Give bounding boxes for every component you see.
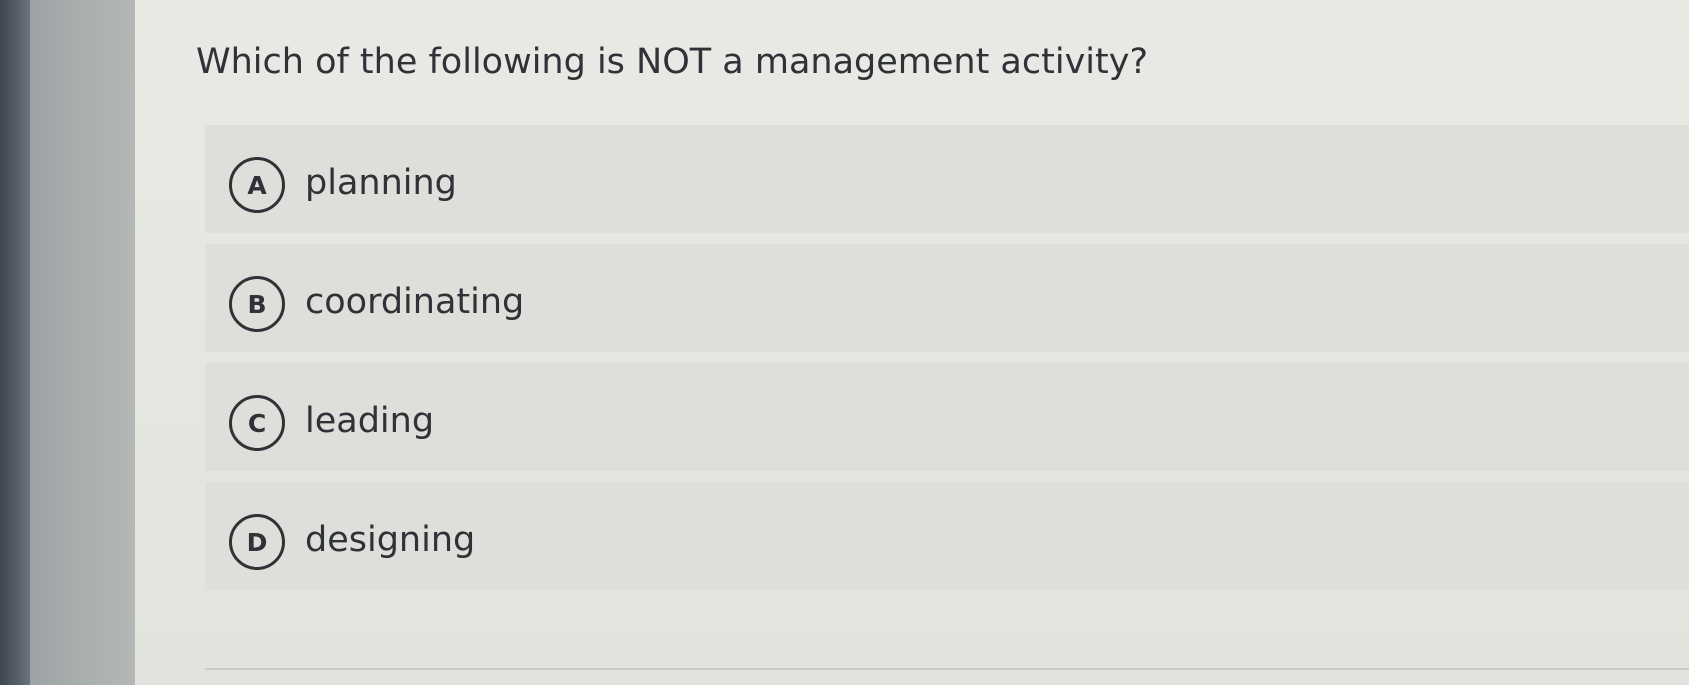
option-b-text: coordinating bbox=[305, 282, 525, 322]
question-text: Which of the following is NOT a manageme… bbox=[196, 42, 1149, 82]
option-b[interactable]: B coordinating bbox=[205, 244, 1689, 352]
option-d[interactable]: D designing bbox=[205, 482, 1689, 590]
answer-options: A planning B coordinating C leading D de… bbox=[205, 125, 1689, 601]
option-d-letter-badge[interactable]: D bbox=[229, 514, 285, 570]
divider bbox=[205, 668, 1689, 670]
quiz-panel: Which of the following is NOT a manageme… bbox=[135, 0, 1689, 685]
option-c-letter-badge[interactable]: C bbox=[229, 395, 285, 451]
option-b-letter-badge[interactable]: B bbox=[229, 276, 285, 332]
option-c-text: leading bbox=[305, 401, 435, 441]
left-gutter bbox=[30, 0, 135, 685]
monitor-bezel bbox=[0, 0, 30, 685]
option-a-letter-badge[interactable]: A bbox=[229, 157, 285, 213]
option-a-text: planning bbox=[305, 163, 457, 203]
option-a[interactable]: A planning bbox=[205, 125, 1689, 233]
option-d-text: designing bbox=[305, 520, 476, 560]
option-c[interactable]: C leading bbox=[205, 363, 1689, 471]
